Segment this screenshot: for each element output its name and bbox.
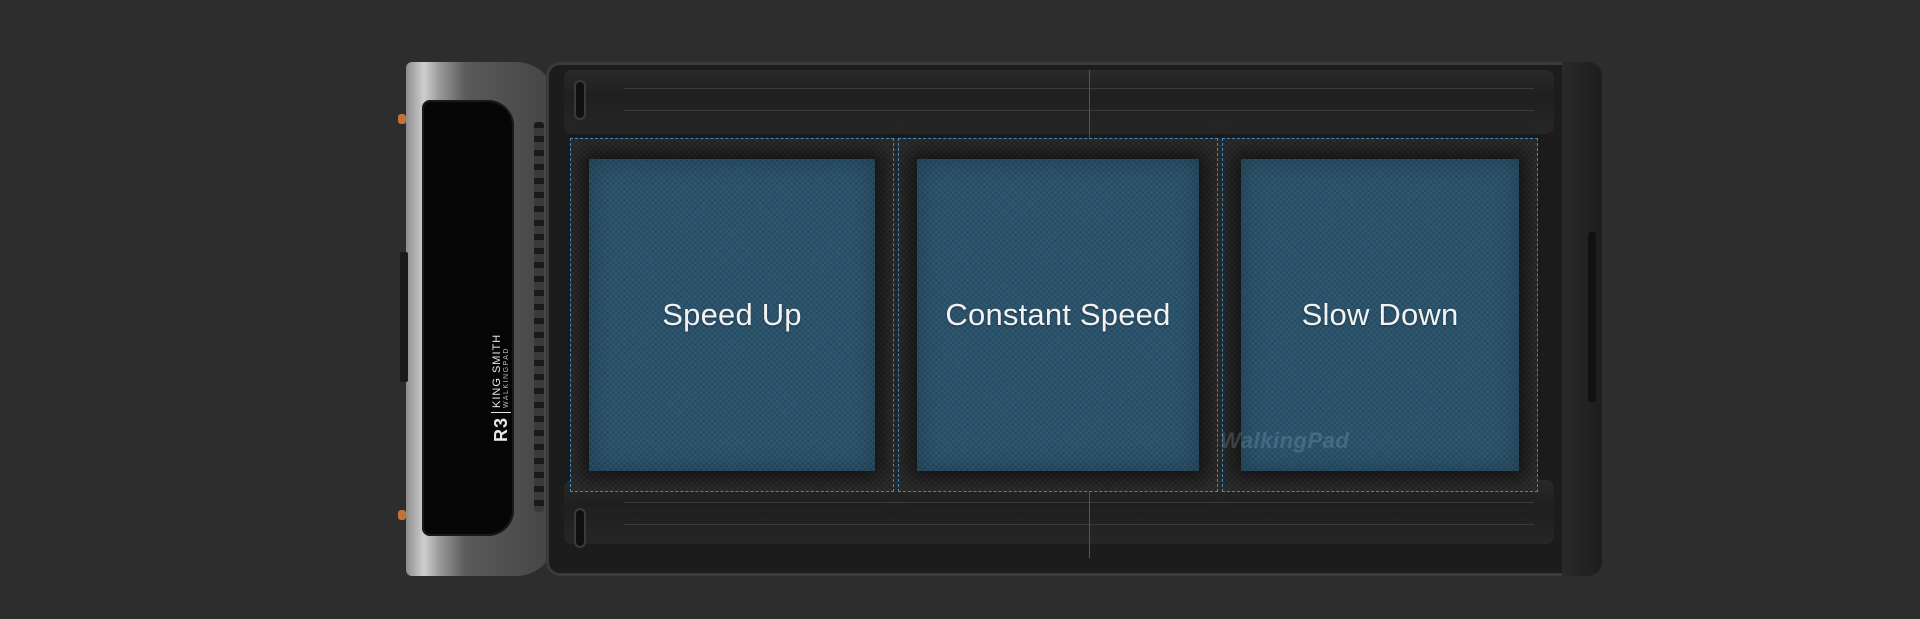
brand-divider xyxy=(491,411,511,413)
treadmill-head-unit: R3 KING SMITH WALKINGPAD xyxy=(398,62,556,576)
zone-label: Constant Speed xyxy=(945,297,1171,332)
walking-belt: Speed Up Constant Speed Slow Down Walkin… xyxy=(570,138,1538,492)
zone-speed-up: Speed Up xyxy=(570,138,894,492)
bolt-icon xyxy=(576,510,584,546)
brand-names: KING SMITH WALKINGPAD xyxy=(491,333,510,408)
walkingpad-watermark: WalkingPad xyxy=(1220,428,1350,453)
rail-groove xyxy=(624,88,1534,89)
zone-constant-speed: Constant Speed xyxy=(898,138,1218,492)
end-cap xyxy=(1562,62,1602,576)
model-label: R3 xyxy=(490,416,511,442)
indicator-dot-top xyxy=(398,114,406,124)
zone-label: Slow Down xyxy=(1301,297,1459,332)
treadmill-deck: Speed Up Constant Speed Slow Down Walkin… xyxy=(546,62,1602,576)
zone-label: Speed Up xyxy=(662,297,802,332)
brand-logo: R3 KING SMITH WALKINGPAD xyxy=(486,302,516,442)
carry-handle xyxy=(1588,232,1596,402)
rail-groove xyxy=(624,502,1534,503)
bolt-icon xyxy=(576,82,584,118)
indicator-dot-bottom xyxy=(398,510,406,520)
brand-name: KING SMITH xyxy=(491,333,503,408)
side-tab xyxy=(400,252,408,382)
rail-groove xyxy=(624,524,1534,525)
rail-groove xyxy=(624,110,1534,111)
treadmill-top-view: R3 KING SMITH WALKINGPAD Speed Up Consta… xyxy=(398,62,1602,576)
stage: R3 KING SMITH WALKINGPAD Speed Up Consta… xyxy=(0,0,1920,619)
vent-strip xyxy=(534,122,544,512)
side-rail-top xyxy=(564,70,1554,134)
sub-brand-name: WALKINGPAD xyxy=(503,347,510,408)
